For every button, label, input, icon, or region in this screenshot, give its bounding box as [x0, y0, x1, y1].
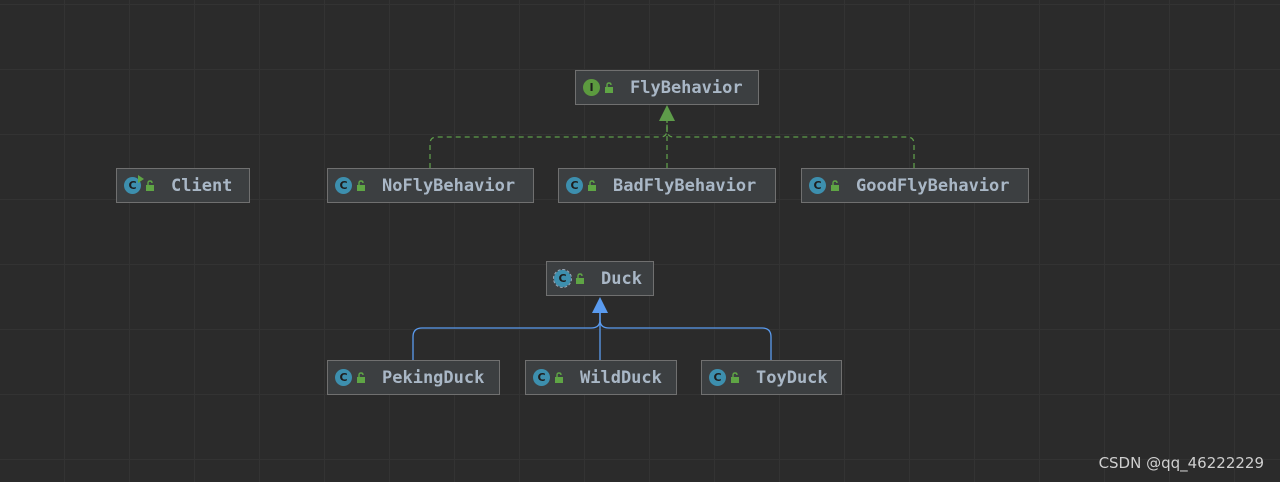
- node-toyduck[interactable]: C ToyDuck: [701, 360, 842, 395]
- class-icon: C: [335, 177, 352, 194]
- edge-pekingduck-extends-duck: [412, 312, 601, 360]
- node-label: FlyBehavior: [630, 77, 743, 98]
- node-label: PekingDuck: [382, 367, 485, 388]
- node-label: Duck: [601, 268, 642, 289]
- unlock-icon: [576, 272, 584, 284]
- node-label: GoodFlyBehavior: [856, 175, 1010, 196]
- node-wildduck[interactable]: C WildDuck: [525, 360, 677, 395]
- node-pekingduck[interactable]: C PekingDuck: [327, 360, 500, 395]
- node-label: WildDuck: [580, 367, 662, 388]
- edge-nofly-implements-flybehavior: [429, 120, 668, 168]
- class-main-icon: C: [124, 175, 144, 194]
- class-icon: C: [709, 369, 726, 386]
- abstract-class-icon: C: [553, 269, 572, 288]
- node-label: BadFlyBehavior: [613, 175, 757, 196]
- watermark: CSDN @qq_46222229: [1098, 454, 1264, 472]
- class-icon: C: [533, 369, 550, 386]
- unlock-icon: [731, 371, 739, 383]
- interface-icon: I: [583, 79, 600, 96]
- node-flybehavior[interactable]: I FlyBehavior: [575, 70, 759, 105]
- class-icon: C: [335, 369, 352, 386]
- node-noflybehavior[interactable]: C NoFlyBehavior: [327, 168, 534, 203]
- extends-arrowhead: [592, 297, 608, 313]
- node-label: NoFlyBehavior: [382, 175, 516, 196]
- unlock-icon: [588, 179, 596, 191]
- unlock-icon: [831, 179, 839, 191]
- unlock-icon: [357, 179, 365, 191]
- implements-arrowhead: [659, 105, 675, 121]
- node-client[interactable]: C Client: [116, 168, 250, 203]
- node-label: Client: [171, 175, 233, 196]
- node-badflybehavior[interactable]: C BadFlyBehavior: [558, 168, 776, 203]
- unlock-icon: [605, 81, 613, 93]
- class-icon: C: [809, 177, 826, 194]
- edge-goodfly-implements-flybehavior: [666, 120, 915, 168]
- node-goodflybehavior[interactable]: C GoodFlyBehavior: [801, 168, 1029, 203]
- unlock-icon: [357, 371, 365, 383]
- implements-edges: [429, 120, 915, 168]
- class-icon: C: [566, 177, 583, 194]
- unlock-icon: [555, 371, 563, 383]
- extends-edges: [412, 312, 772, 360]
- node-duck[interactable]: C Duck: [546, 261, 654, 296]
- node-label: ToyDuck: [756, 367, 828, 388]
- unlock-icon: [146, 179, 154, 191]
- edge-toyduck-extends-duck: [599, 312, 772, 360]
- diagram-canvas: I FlyBehavior C Client C NoFlyBehavior C…: [0, 0, 1280, 482]
